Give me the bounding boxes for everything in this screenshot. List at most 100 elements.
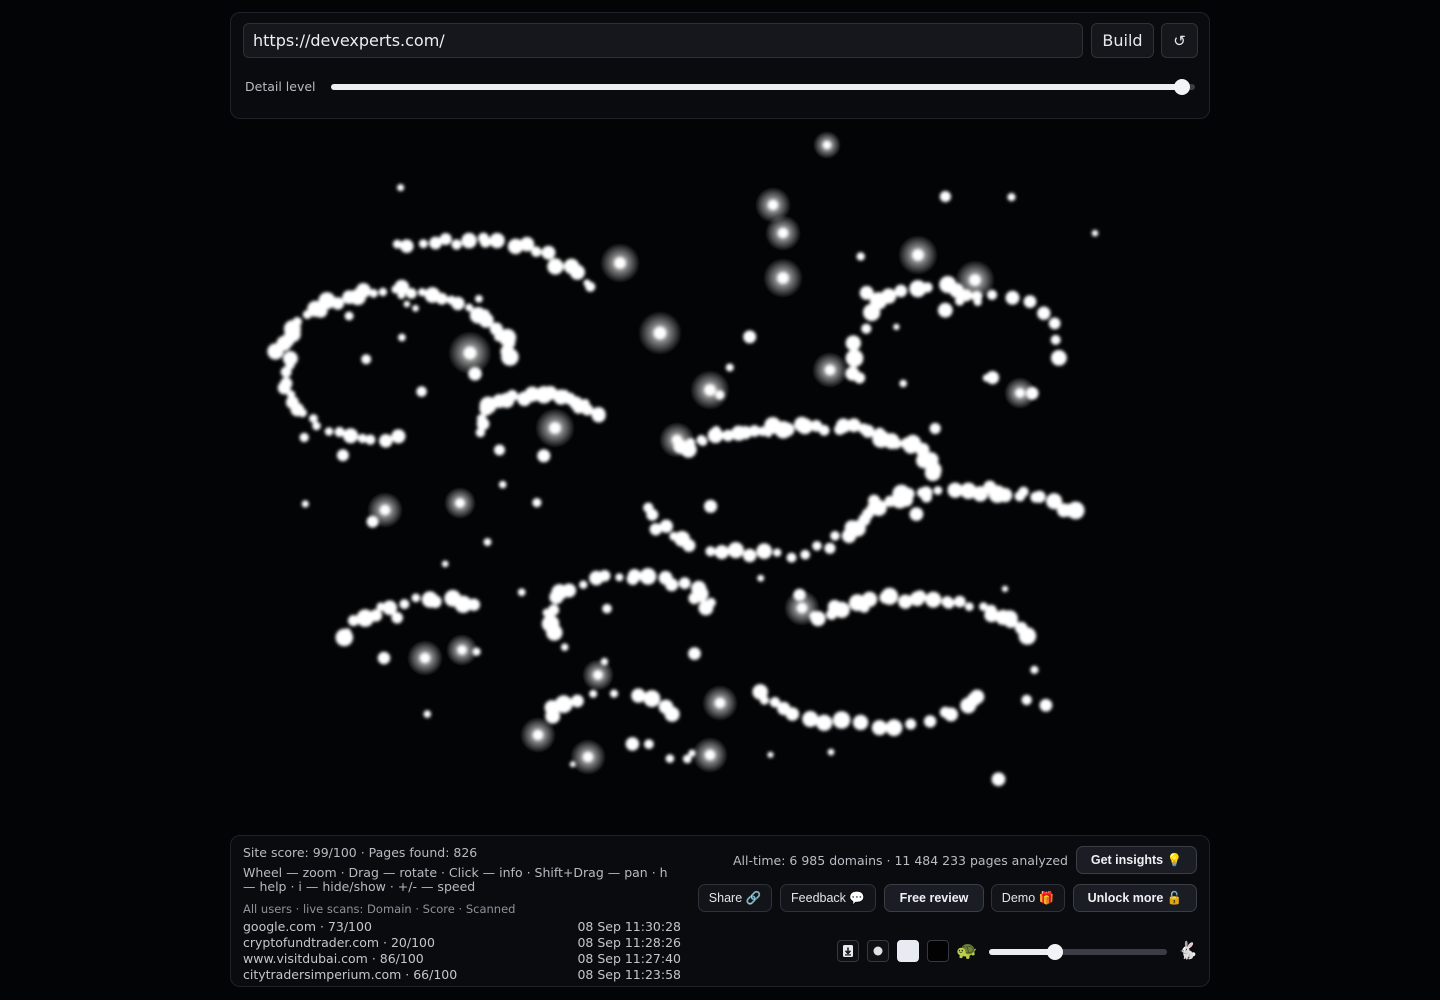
page-node[interactable] [665, 578, 679, 592]
page-node[interactable] [653, 326, 667, 340]
page-node[interactable] [418, 239, 428, 249]
build-button[interactable]: Build [1091, 23, 1154, 58]
page-node[interactable] [861, 323, 872, 334]
page-node[interactable] [639, 568, 657, 585]
page-node[interactable] [541, 245, 556, 260]
page-node[interactable] [451, 239, 462, 250]
page-node[interactable] [742, 548, 757, 563]
page-node[interactable] [377, 651, 391, 665]
page-node[interactable] [714, 545, 729, 560]
scan-row[interactable]: google.com · 73/100 08 Sep 11:30:28 [243, 919, 681, 935]
page-node[interactable] [832, 711, 851, 729]
page-node[interactable] [562, 583, 577, 598]
page-node[interactable] [554, 695, 573, 714]
page-node[interactable] [451, 296, 465, 311]
page-node[interactable] [793, 588, 806, 602]
page-node[interactable] [412, 304, 419, 312]
page-node[interactable] [531, 246, 542, 257]
page-node[interactable] [852, 714, 869, 731]
page-node[interactable] [767, 751, 774, 758]
scan-row[interactable]: cryptofundtrader.com · 20/100 08 Sep 11:… [243, 935, 681, 951]
page-node[interactable] [971, 290, 983, 302]
page-node[interactable] [357, 433, 368, 444]
page-node[interactable] [301, 500, 309, 508]
page-node[interactable] [406, 288, 417, 299]
page-node[interactable] [824, 542, 836, 554]
page-node[interactable] [1023, 295, 1037, 308]
page-node[interactable] [549, 422, 561, 434]
page-node[interactable] [899, 492, 914, 507]
share-button[interactable]: Share 🔗 [698, 884, 772, 912]
page-node[interactable] [1051, 350, 1067, 366]
page-node[interactable] [600, 657, 609, 666]
scan-row[interactable]: citytradersimperium.com · 66/100 08 Sep … [243, 967, 681, 983]
page-node[interactable] [1033, 490, 1046, 503]
page-node[interactable] [777, 272, 789, 284]
page-node[interactable] [435, 292, 448, 305]
page-node[interactable] [355, 283, 371, 298]
page-node[interactable] [379, 434, 393, 448]
page-node[interactable] [455, 498, 465, 508]
site-graph-canvas[interactable] [230, 125, 1210, 825]
page-node[interactable] [366, 515, 379, 528]
page-node[interactable] [398, 333, 406, 342]
page-node[interactable] [467, 598, 481, 611]
page-node[interactable] [572, 401, 585, 414]
page-node[interactable] [420, 653, 430, 663]
page-node[interactable] [768, 200, 778, 210]
page-node[interactable] [997, 487, 1013, 503]
page-node[interactable] [725, 363, 734, 372]
page-node[interactable] [765, 430, 772, 438]
page-node[interactable] [609, 689, 619, 698]
download-icon[interactable] [837, 940, 859, 962]
page-node[interactable] [569, 264, 585, 280]
page-node[interactable] [818, 424, 830, 436]
page-node[interactable] [757, 574, 765, 582]
page-node[interactable] [560, 643, 569, 651]
page-node[interactable] [439, 233, 452, 246]
page-node[interactable] [845, 349, 864, 368]
page-node[interactable] [715, 698, 725, 708]
page-node[interactable] [416, 386, 427, 397]
page-node[interactable] [752, 684, 768, 700]
page-node[interactable] [1018, 627, 1037, 645]
page-node[interactable] [583, 279, 591, 287]
page-node[interactable] [498, 480, 507, 489]
page-node[interactable] [391, 429, 406, 444]
page-node[interactable] [939, 706, 952, 718]
page-node[interactable] [501, 348, 519, 366]
page-node[interactable] [841, 528, 857, 544]
page-node[interactable] [423, 710, 432, 718]
page-node[interactable] [380, 505, 390, 515]
page-node[interactable] [397, 290, 406, 300]
page-node[interactable] [391, 612, 403, 624]
page-node[interactable] [780, 422, 795, 437]
page-node[interactable] [810, 611, 826, 627]
page-node[interactable] [672, 435, 682, 445]
page-node[interactable] [778, 228, 788, 238]
page-node[interactable] [344, 311, 354, 321]
page-node[interactable] [856, 252, 865, 261]
page-node[interactable] [571, 694, 584, 708]
page-node[interactable] [727, 542, 744, 559]
page-node[interactable] [704, 384, 716, 396]
page-node[interactable] [769, 697, 781, 708]
page-node[interactable] [964, 602, 974, 611]
page-node[interactable] [468, 367, 482, 381]
free-review-button[interactable]: Free review [884, 884, 984, 912]
page-node[interactable] [541, 614, 560, 633]
page-node[interactable] [579, 580, 588, 589]
page-node[interactable] [602, 603, 612, 614]
page-node[interactable] [1015, 388, 1025, 398]
page-node[interactable] [483, 538, 492, 547]
page-node[interactable] [1018, 486, 1029, 497]
page-node[interactable] [411, 593, 421, 603]
page-node[interactable] [853, 372, 866, 384]
page-node[interactable] [1091, 229, 1099, 237]
page-node[interactable] [688, 592, 701, 605]
page-node[interactable] [532, 498, 542, 508]
page-node[interactable] [598, 570, 611, 582]
page-node[interactable] [343, 628, 352, 637]
page-node[interactable] [1066, 501, 1085, 520]
page-node[interactable] [506, 389, 518, 402]
